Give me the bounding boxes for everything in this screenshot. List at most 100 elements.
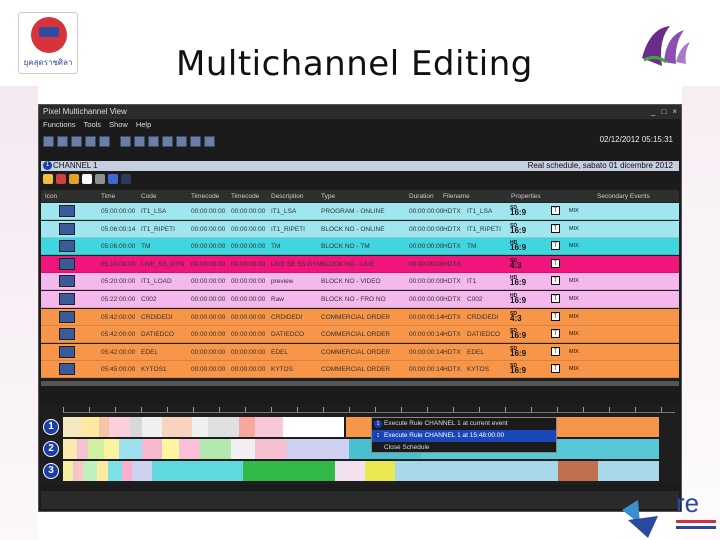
table-row[interactable]: 05:22:00:00 C002 00:00:00:00 00:00:00:00 Raw…: [41, 291, 679, 308]
timeline-clip[interactable]: [286, 439, 349, 459]
timeline-clip[interactable]: [243, 461, 335, 481]
timeline-clip[interactable]: [141, 417, 162, 437]
grid-icon[interactable]: [121, 174, 131, 184]
timeline-clip[interactable]: [99, 417, 110, 437]
timeline-clip[interactable]: [255, 439, 287, 459]
teletext-icon[interactable]: T: [551, 206, 560, 215]
timeline-clip[interactable]: [63, 461, 74, 481]
teletext-icon[interactable]: T: [551, 329, 560, 339]
toolbar-print-icon[interactable]: [190, 135, 201, 147]
link-icon[interactable]: [95, 174, 105, 184]
col-time[interactable]: Time: [101, 193, 115, 200]
timeline-clip[interactable]: [104, 439, 119, 459]
teletext-icon[interactable]: T: [551, 241, 560, 251]
col-duration[interactable]: Duration: [409, 193, 434, 200]
monitor-icon[interactable]: [108, 174, 118, 184]
timeline-clip[interactable]: [162, 439, 179, 459]
lane-number-badge[interactable]: 3: [43, 463, 59, 479]
menu-tools[interactable]: Tools: [84, 120, 102, 132]
teletext-icon[interactable]: T: [551, 364, 560, 374]
col-type[interactable]: Type: [321, 193, 335, 200]
teletext-icon[interactable]: T: [551, 276, 560, 286]
toolbar-refresh-icon[interactable]: [204, 135, 215, 147]
context-item-execute-time[interactable]: 1 Execute Rule CHANNEL 1 at 15:48:00:00: [372, 430, 556, 442]
timeline-clip[interactable]: [254, 417, 284, 437]
table-row[interactable]: 05:10:00:00 LIVE_5S_GYN 00:00:00:00 00:00:0…: [41, 255, 679, 273]
close-icon[interactable]: ×: [672, 107, 677, 116]
col-timecode-in[interactable]: Timecode: [191, 193, 219, 200]
timeline-clip[interactable]: [81, 417, 100, 437]
col-filename[interactable]: Filename: [443, 193, 470, 200]
col-properties[interactable]: Properties: [511, 193, 541, 200]
menu-functions[interactable]: Functions: [43, 120, 76, 132]
table-row[interactable]: 05:06:00:00 TM 00:00:00:00 00:00:00:00 TM BLO…: [41, 238, 679, 256]
timeline-clip[interactable]: [141, 439, 163, 459]
timeline-clip[interactable]: [230, 439, 256, 459]
timeline-clip[interactable]: [283, 417, 344, 437]
timeline-clip[interactable]: [598, 461, 659, 481]
table-row[interactable]: 05:42:00:00 DATIEDCO 00:00:00:00 00:00:00:0…: [41, 326, 679, 344]
menu-show[interactable]: Show: [109, 120, 128, 132]
teletext-icon[interactable]: T: [551, 311, 560, 321]
toolbar-copy-icon[interactable]: [134, 135, 145, 147]
timeline-clip[interactable]: [178, 439, 200, 459]
table-row[interactable]: 05:00:00:00 IT1_LSA 00:00:00:00 00:00:00:00…: [41, 203, 679, 220]
table-row[interactable]: 05:42:00:00 EDEL 00:00:00:00 00:00:00:00 EDE…: [41, 343, 679, 361]
timeline-clip[interactable]: [131, 461, 153, 481]
table-row[interactable]: 05:06:00:14 IT1_RIPETI 00:00:00:00 00:00:00…: [41, 220, 679, 238]
toolbar-save-icon[interactable]: [71, 135, 82, 147]
marker-icon[interactable]: [69, 174, 79, 184]
timeline-clip[interactable]: [161, 417, 193, 437]
timeline-clip[interactable]: [87, 439, 105, 459]
timeline-clip[interactable]: [107, 461, 122, 481]
toolbar-remove-icon[interactable]: [99, 135, 110, 147]
timeline-clip[interactable]: [83, 461, 98, 481]
lane-number-badge[interactable]: 2: [43, 441, 59, 457]
col-code[interactable]: Code: [141, 193, 157, 200]
minimize-icon[interactable]: _: [651, 107, 655, 116]
timeline-clip[interactable]: [208, 417, 239, 437]
horizontal-scrollbar[interactable]: [41, 381, 679, 386]
lane-number-badge[interactable]: 1: [43, 419, 59, 435]
timeline-clip[interactable]: [192, 417, 209, 437]
timeline-lane[interactable]: [63, 439, 659, 459]
timeline-clip[interactable]: [152, 461, 244, 481]
table-row[interactable]: 05:42:00:00 CRDIDEDI 00:00:00:00 00:00:00:0…: [41, 308, 679, 326]
toolbar-cut-icon[interactable]: [120, 135, 131, 147]
context-item-execute-current[interactable]: 1 Execute Rule CHANNEL 1 at current event: [372, 418, 556, 430]
toolbar-open-icon[interactable]: [57, 135, 68, 147]
teletext-icon[interactable]: T: [551, 346, 560, 356]
toolbar-find-icon[interactable]: [162, 135, 173, 147]
table-row[interactable]: 05:20:00:00 IT1_LOAD 00:00:00:00 00:00:00:0…: [41, 273, 679, 291]
table-row[interactable]: 05:45:00:00 KYTOS1 00:00:00:00 00:00:00:00 K…: [41, 361, 679, 379]
col-timecode-out[interactable]: Timecode: [231, 193, 259, 200]
timeline-clip[interactable]: [238, 417, 255, 437]
toolbar-add-icon[interactable]: [85, 135, 96, 147]
maximize-icon[interactable]: □: [661, 107, 666, 116]
timeline-clip[interactable]: [118, 439, 142, 459]
timeline-clip[interactable]: [63, 417, 82, 437]
timeline-clip[interactable]: [199, 439, 231, 459]
timeline-clip[interactable]: [109, 417, 130, 437]
multichannel-window[interactable]: Pixel Multichannel View _ □ × Functions …: [38, 104, 682, 512]
timeline-clip[interactable]: [63, 439, 78, 459]
toolbar-new-icon[interactable]: [43, 135, 54, 147]
timeline-clip[interactable]: [395, 461, 558, 481]
timeline-clip[interactable]: [364, 461, 396, 481]
timeline-clip[interactable]: [97, 461, 108, 481]
teletext-icon[interactable]: T: [551, 258, 560, 268]
timeline-lane[interactable]: [63, 461, 659, 481]
menu-help[interactable]: Help: [136, 120, 151, 132]
timeline-clip[interactable]: [77, 439, 88, 459]
toolbar-settings-icon[interactable]: [176, 135, 187, 147]
col-secondary-events[interactable]: Secondary Events: [597, 193, 650, 200]
timeline-clip[interactable]: [334, 461, 365, 481]
col-icon[interactable]: Icon: [45, 193, 57, 200]
toolbar-paste-icon[interactable]: [148, 135, 159, 147]
teletext-icon[interactable]: T: [551, 294, 560, 303]
timeline-clip[interactable]: [73, 461, 84, 481]
record-icon[interactable]: [56, 174, 66, 184]
timeline-lane[interactable]: [63, 417, 659, 437]
timeline-clip[interactable]: [129, 417, 142, 437]
folder-icon[interactable]: [43, 174, 53, 184]
